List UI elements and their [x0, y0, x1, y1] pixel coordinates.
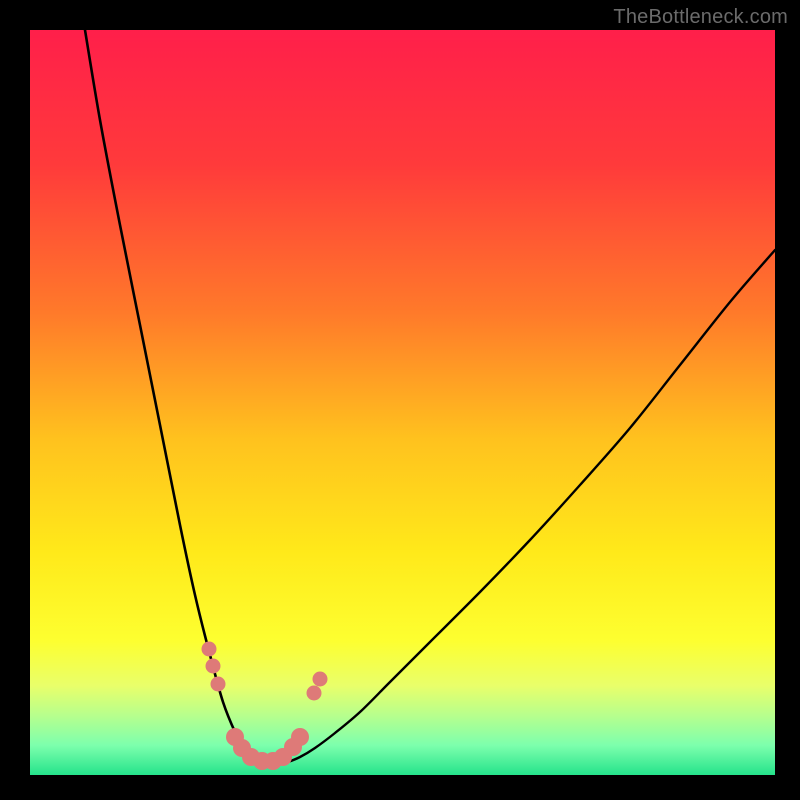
watermark-text: TheBottleneck.com: [613, 6, 788, 29]
trough-dot: [291, 728, 309, 746]
plot-area: [30, 30, 775, 775]
chart-frame: TheBottleneck.com: [0, 0, 800, 800]
trough-dot: [211, 677, 226, 692]
left-curve: [85, 30, 255, 762]
trough-dot: [202, 642, 217, 657]
curves-layer: [30, 30, 775, 775]
trough-dot: [307, 686, 322, 701]
right-curve: [278, 250, 775, 765]
trough-dot: [206, 659, 221, 674]
trough-dot: [313, 672, 328, 687]
